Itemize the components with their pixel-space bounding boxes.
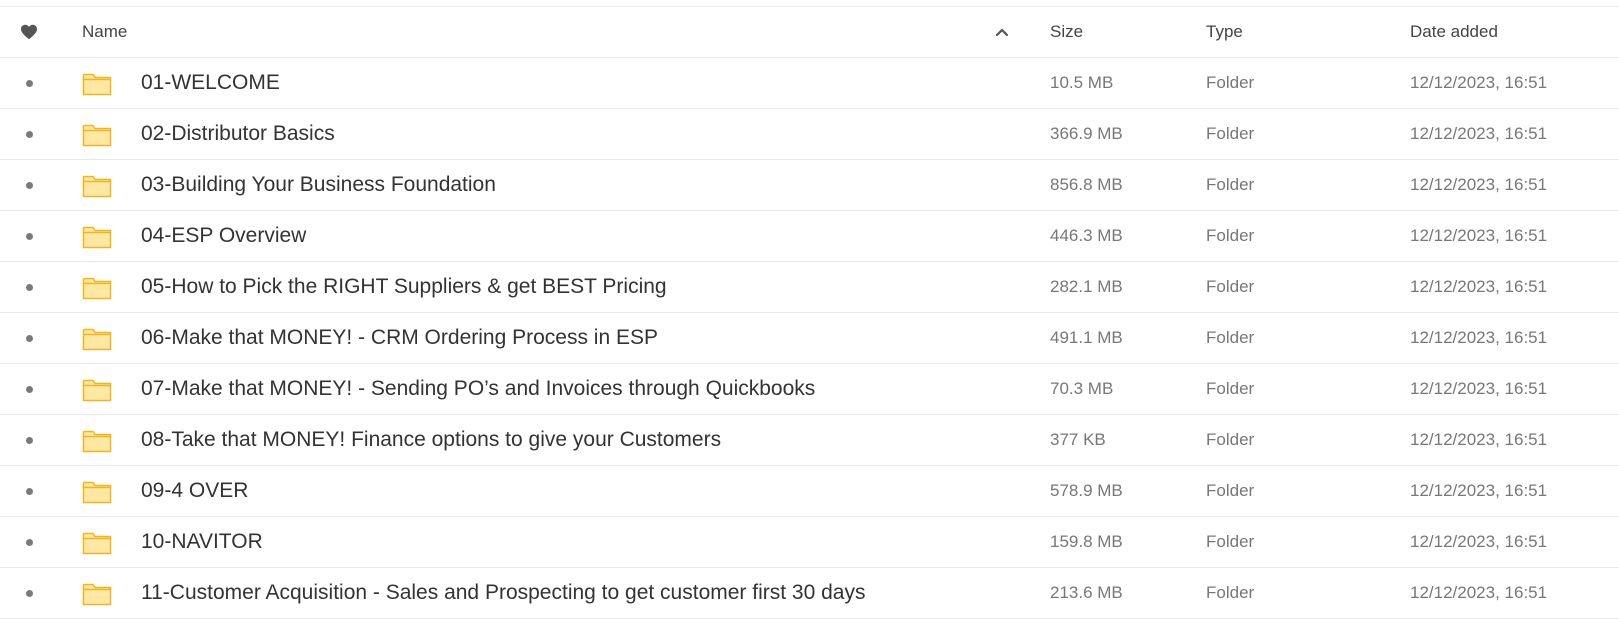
bullet-icon	[17, 58, 41, 108]
table-row[interactable]: 02-Distributor Basics 366.9 MB Folder 12…	[0, 109, 1619, 160]
file-size: 159.8 MB	[1050, 532, 1123, 551]
date-added: 12/12/2023, 16:51	[1410, 583, 1548, 602]
bullet-icon	[17, 517, 41, 567]
file-size: 10.5 MB	[1050, 73, 1114, 92]
file-name[interactable]: 01-WELCOME	[141, 58, 981, 108]
table-row[interactable]: 10-NAVITOR 159.8 MB Folder 12/12/2023, 1…	[0, 517, 1619, 568]
table-row[interactable]: 07-Make that MONEY! - Sending PO’s and I…	[0, 364, 1619, 415]
file-type: Folder	[1206, 379, 1255, 398]
file-type: Folder	[1206, 532, 1255, 551]
folder-icon	[82, 262, 112, 312]
table-row[interactable]: 09-4 OVER 578.9 MB Folder 12/12/2023, 16…	[0, 466, 1619, 517]
bullet-icon	[17, 262, 41, 312]
bullet-icon	[17, 211, 41, 261]
file-type: Folder	[1206, 481, 1255, 500]
file-name[interactable]: 05-How to Pick the RIGHT Suppliers & get…	[141, 262, 981, 312]
bullet-icon	[17, 466, 41, 516]
date-added: 12/12/2023, 16:51	[1410, 481, 1548, 500]
table-row[interactable]: 01-WELCOME 10.5 MB Folder 12/12/2023, 16…	[0, 58, 1619, 109]
file-type: Folder	[1206, 175, 1255, 194]
file-type: Folder	[1206, 328, 1255, 347]
file-type: Folder	[1206, 73, 1255, 92]
date-added: 12/12/2023, 16:51	[1410, 175, 1548, 194]
file-name[interactable]: 07-Make that MONEY! - Sending PO’s and I…	[141, 364, 981, 414]
date-added: 12/12/2023, 16:51	[1410, 277, 1548, 296]
bullet-icon	[17, 568, 41, 618]
name-column-header[interactable]: Name	[82, 7, 922, 57]
size-column-header[interactable]: Size	[1050, 7, 1190, 57]
file-size: 446.3 MB	[1050, 226, 1123, 245]
bullet-icon	[17, 313, 41, 363]
table-header: Name Size Type Date added	[0, 7, 1619, 58]
file-size: 213.6 MB	[1050, 583, 1123, 602]
folder-icon	[82, 466, 112, 516]
folder-icon	[82, 364, 112, 414]
file-name[interactable]: 09-4 OVER	[141, 466, 981, 516]
folder-icon	[82, 211, 112, 261]
folder-icon	[82, 160, 112, 210]
date-added: 12/12/2023, 16:51	[1410, 328, 1548, 347]
table-row[interactable]: 03-Building Your Business Foundation 856…	[0, 160, 1619, 211]
folder-icon	[82, 109, 112, 159]
date-added: 12/12/2023, 16:51	[1410, 532, 1548, 551]
file-size: 491.1 MB	[1050, 328, 1123, 347]
file-type: Folder	[1206, 226, 1255, 245]
table-row[interactable]: 05-How to Pick the RIGHT Suppliers & get…	[0, 262, 1619, 313]
date-added: 12/12/2023, 16:51	[1410, 379, 1548, 398]
file-type: Folder	[1206, 583, 1255, 602]
file-list: Name Size Type Date added 01-WELCOME 10.…	[0, 6, 1619, 619]
bullet-icon	[17, 109, 41, 159]
date-column-header[interactable]: Date added	[1410, 7, 1610, 57]
file-type: Folder	[1206, 430, 1255, 449]
heart-icon[interactable]	[17, 7, 41, 57]
folder-icon	[82, 415, 112, 465]
file-name[interactable]: 06-Make that MONEY! - CRM Ordering Proce…	[141, 313, 981, 363]
date-added: 12/12/2023, 16:51	[1410, 430, 1548, 449]
folder-icon	[82, 313, 112, 363]
file-name[interactable]: 08-Take that MONEY! Finance options to g…	[141, 415, 981, 465]
file-type: Folder	[1206, 277, 1255, 296]
folder-icon	[82, 568, 112, 618]
table-row[interactable]: 11-Customer Acquisition - Sales and Pros…	[0, 568, 1619, 619]
date-added: 12/12/2023, 16:51	[1410, 124, 1548, 143]
chevron-up-icon[interactable]	[992, 7, 1012, 57]
file-name[interactable]: 10-NAVITOR	[141, 517, 981, 567]
bullet-icon	[17, 160, 41, 210]
type-column-header[interactable]: Type	[1206, 7, 1386, 57]
file-size: 366.9 MB	[1050, 124, 1123, 143]
file-size: 70.3 MB	[1050, 379, 1114, 398]
file-size: 377 KB	[1050, 430, 1106, 449]
file-name[interactable]: 11-Customer Acquisition - Sales and Pros…	[141, 568, 981, 618]
file-name[interactable]: 04-ESP Overview	[141, 211, 981, 261]
table-row[interactable]: 06-Make that MONEY! - CRM Ordering Proce…	[0, 313, 1619, 364]
date-added: 12/12/2023, 16:51	[1410, 73, 1548, 92]
bullet-icon	[17, 415, 41, 465]
folder-icon	[82, 517, 112, 567]
date-added: 12/12/2023, 16:51	[1410, 226, 1548, 245]
table-row[interactable]: 04-ESP Overview 446.3 MB Folder 12/12/20…	[0, 211, 1619, 262]
file-size: 578.9 MB	[1050, 481, 1123, 500]
file-size: 282.1 MB	[1050, 277, 1123, 296]
file-name[interactable]: 03-Building Your Business Foundation	[141, 160, 981, 210]
table-row[interactable]: 08-Take that MONEY! Finance options to g…	[0, 415, 1619, 466]
file-type: Folder	[1206, 124, 1255, 143]
bullet-icon	[17, 364, 41, 414]
file-size: 856.8 MB	[1050, 175, 1123, 194]
folder-icon	[82, 58, 112, 108]
file-name[interactable]: 02-Distributor Basics	[141, 109, 981, 159]
